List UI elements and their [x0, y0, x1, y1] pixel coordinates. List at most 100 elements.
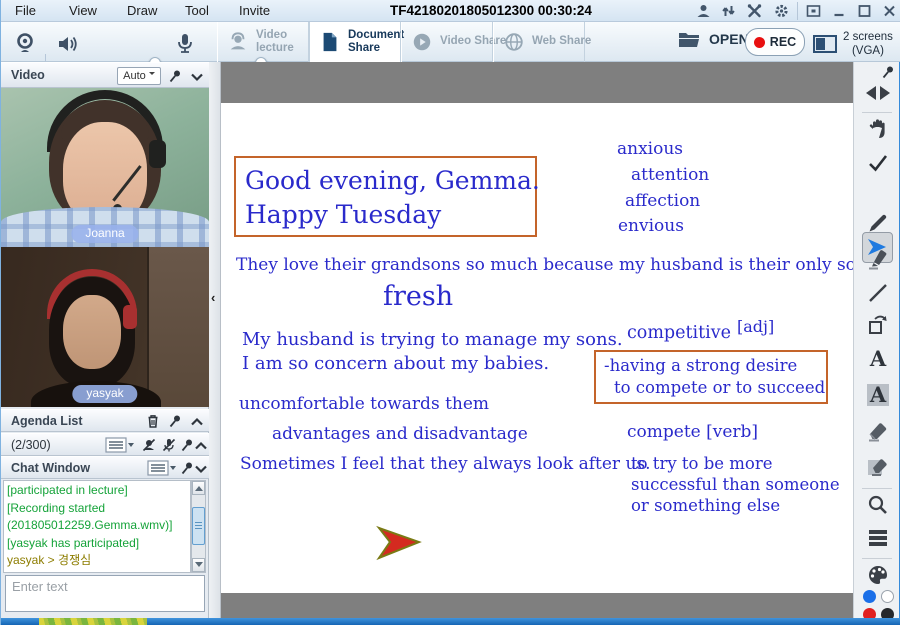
chat-options-dropdown[interactable] — [147, 460, 177, 476]
os-taskbar-sliver — [1, 618, 900, 625]
pin-icon[interactable] — [167, 413, 183, 429]
pin-icon[interactable] — [880, 64, 896, 80]
pan-hand-tool[interactable] — [867, 118, 889, 140]
close-button[interactable] — [881, 3, 898, 19]
tab-video-lecture[interactable]: Videolecture — [217, 22, 309, 62]
toolbar-divider — [862, 112, 892, 113]
sidebar-collapse-handle[interactable]: ‹ — [209, 62, 221, 618]
greeting-line1: Good evening, Gemma. — [245, 164, 544, 198]
video-panel-title: Video — [11, 68, 45, 82]
whiteboard-page[interactable]: Good evening, Gemma. Happy Tuesday anxio… — [221, 103, 853, 593]
chevron-up-icon[interactable] — [193, 438, 209, 454]
agenda-panel-header: Agenda List — [1, 409, 209, 432]
line-width-tool[interactable] — [867, 526, 889, 548]
chat-title: Chat Window — [11, 461, 90, 475]
participant-name-badge: Joanna — [71, 225, 138, 243]
headphone-cup — [123, 305, 137, 329]
trash-icon[interactable] — [145, 413, 161, 429]
chat-panel-header: Chat Window — [1, 456, 209, 479]
menu-tool[interactable]: Tool — [185, 3, 209, 18]
definition-line2: to compete or to succeed — [604, 377, 834, 399]
sentence: My husband is trying to manage my sons. — [242, 329, 623, 350]
maximize-button[interactable] — [856, 3, 873, 19]
menu-view[interactable]: View — [69, 3, 97, 18]
tab-web-share[interactable]: Web Share — [493, 22, 585, 62]
settings-gear-icon[interactable] — [773, 3, 790, 19]
vocab-compete: compete [verb] — [627, 422, 758, 442]
mic-muted-icon[interactable] — [161, 437, 177, 453]
headset-cup — [149, 140, 166, 168]
screens-icon — [813, 35, 837, 53]
document-share-canvas[interactable]: Good evening, Gemma. Happy Tuesday anxio… — [221, 62, 853, 618]
pencil-tool[interactable] — [867, 212, 889, 234]
tab-document-share[interactable]: DocumentShare — [309, 22, 401, 62]
chat-user-message: yasyak > 경쟁심 — [7, 552, 187, 570]
definition2-line2: successful than someone — [631, 475, 840, 494]
chevron-down-icon[interactable] — [193, 461, 209, 477]
vocab-word: attention — [631, 165, 709, 185]
check-tool[interactable] — [867, 152, 889, 174]
highlighter-tool[interactable] — [867, 248, 889, 270]
menu-invite[interactable]: Invite — [239, 3, 270, 18]
prev-next-page-icons[interactable] — [865, 82, 891, 104]
chevron-up-icon[interactable] — [189, 414, 205, 430]
speaker-icon[interactable] — [55, 32, 79, 56]
drawing-toolbar: A A — [853, 62, 900, 618]
mic-icon[interactable] — [173, 31, 197, 55]
color-swatch-blue[interactable] — [863, 590, 876, 603]
chat-input[interactable] — [5, 575, 205, 612]
vocab-word: affection — [625, 191, 700, 211]
minimize-button[interactable] — [831, 3, 848, 19]
record-button[interactable]: REC — [745, 28, 805, 56]
menu-file[interactable]: File — [15, 3, 36, 18]
text-tool[interactable]: A — [867, 348, 889, 370]
erase-all-tool[interactable] — [867, 454, 889, 476]
sort-updown-icon[interactable] — [720, 3, 737, 19]
chat-message: [participated in lecture] — [7, 482, 187, 500]
zoom-tool[interactable] — [867, 494, 889, 516]
tools-icon[interactable] — [746, 3, 763, 19]
participants-icon[interactable] — [695, 3, 712, 19]
vocab-word: anxious — [617, 139, 683, 159]
eraser-tool[interactable] — [867, 420, 889, 442]
color-palette-tool[interactable] — [867, 564, 889, 586]
chat-message: [yasyak has participated] — [7, 535, 187, 553]
sentence: They love their grandsons so much becaus… — [236, 255, 872, 275]
definition-line1: -having a strong desire — [604, 355, 834, 377]
chat-message: (201805012259.Gemma.wmv)] — [7, 517, 187, 535]
face — [63, 295, 121, 369]
list-options-dropdown[interactable] — [105, 437, 135, 453]
session-title: TF42180201805012300 00:30:24 — [390, 3, 592, 18]
video-mode-dropdown[interactable]: Auto — [117, 67, 161, 85]
definition-highlight-box: -having a strong desire to compete or to… — [594, 350, 828, 404]
chevron-down-icon[interactable] — [189, 69, 205, 85]
screens-indicator: 2 screens(VGA) — [813, 30, 893, 59]
menu-draw[interactable]: Draw — [127, 3, 157, 18]
taskbar-app-segment — [39, 618, 147, 625]
background-door — [147, 247, 209, 407]
tab-video-share[interactable]: Video Share — [401, 22, 493, 62]
greeting-highlight-box: Good evening, Gemma. Happy Tuesday — [234, 156, 537, 237]
video-feed-joanna[interactable]: Joanna — [1, 88, 209, 247]
sidebar: Video Auto Joanna yasyak — [1, 62, 209, 618]
scroll-up-button[interactable] — [192, 481, 205, 495]
scroll-thumb[interactable] — [192, 507, 205, 545]
vocab-competitive: competitive — [627, 323, 731, 343]
line-tool[interactable] — [867, 282, 889, 304]
fullscreen-icon[interactable] — [805, 3, 822, 19]
chat-scrollbar[interactable] — [191, 480, 206, 573]
open-button[interactable]: OPEN — [677, 29, 749, 49]
webcam-icon[interactable] — [13, 31, 37, 55]
participant-count: (2/300) — [11, 438, 51, 452]
title-bar: File View Draw Tool Invite TF42180201805… — [1, 0, 900, 22]
conference-app-window: File View Draw Tool Invite TF42180201805… — [0, 0, 900, 625]
video-feed-yasyak[interactable]: yasyak — [1, 247, 209, 407]
color-swatch-white[interactable] — [881, 590, 894, 603]
greeting-line2: Happy Tuesday — [245, 198, 544, 232]
text-highlight-tool[interactable]: A — [867, 384, 889, 406]
definition2-line1: to try to be more — [631, 454, 773, 473]
pin-icon[interactable] — [167, 68, 183, 84]
video-muted-icon[interactable] — [141, 437, 157, 453]
scroll-down-button[interactable] — [192, 558, 205, 572]
shape-tool[interactable] — [867, 314, 889, 336]
